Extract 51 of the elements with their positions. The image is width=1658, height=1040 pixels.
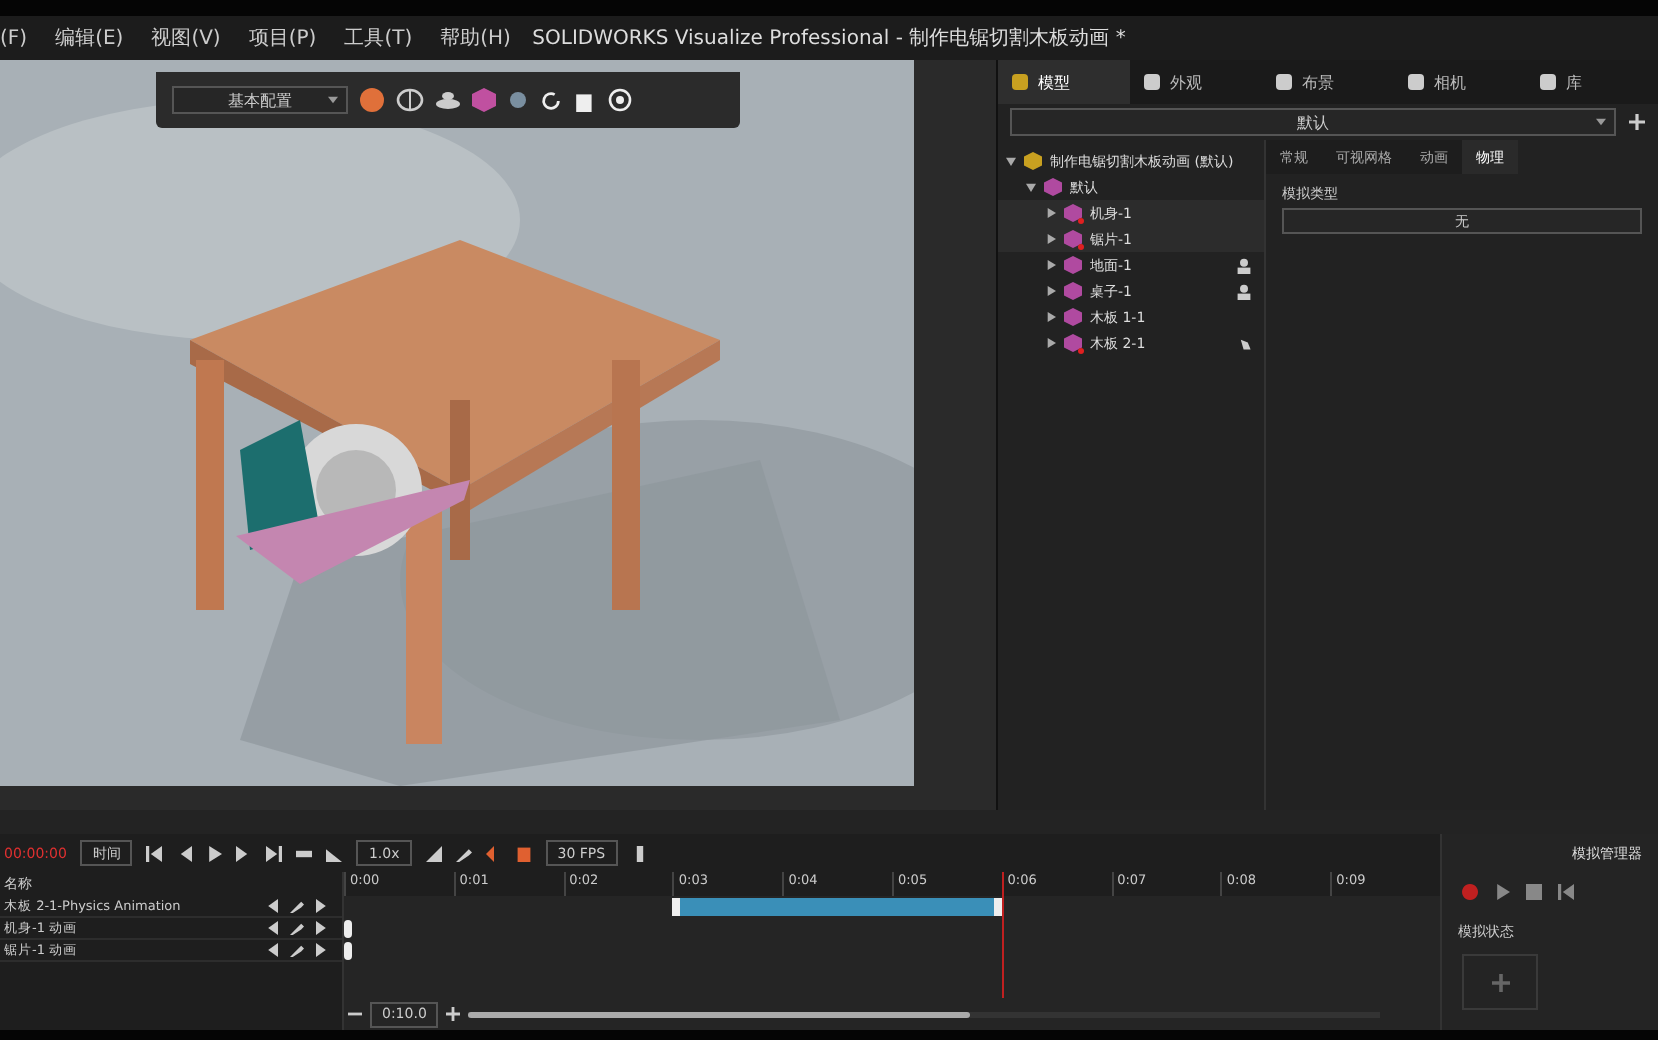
expand-arrow-icon[interactable] [1046, 234, 1056, 244]
animation-clip[interactable] [672, 898, 1002, 916]
menu-item[interactable]: 工具(T) [344, 24, 413, 52]
expand-arrow-icon[interactable] [1046, 338, 1056, 348]
key-icon[interactable] [455, 845, 472, 861]
volume-icon[interactable] [425, 845, 442, 861]
record-icon[interactable] [1462, 884, 1478, 900]
collapse-arrow-icon[interactable] [1006, 156, 1016, 166]
expand-arrow-icon[interactable] [1046, 260, 1056, 270]
play-icon[interactable] [1494, 884, 1510, 900]
ramp-icon[interactable] [326, 845, 343, 861]
configuration-dropdown[interactable]: 默认 [1010, 108, 1616, 136]
preset-dropdown[interactable]: 基本配置 [172, 86, 348, 114]
key-icon[interactable] [290, 920, 304, 936]
previous-key-icon[interactable] [264, 898, 278, 914]
caret-icon [328, 96, 338, 104]
expand-arrow-icon[interactable] [1046, 312, 1056, 322]
menu-item[interactable]: 项目(P) [248, 24, 317, 52]
turntable-icon[interactable] [436, 90, 460, 110]
next-key-icon[interactable] [316, 942, 330, 958]
window-title: SOLIDWORKS Visualize Professional - 制作电锯切割木板动画 * [532, 25, 1126, 52]
add-icon[interactable] [1628, 114, 1646, 130]
next-key-icon[interactable] [316, 898, 330, 914]
zoom-in-icon[interactable] [446, 1006, 461, 1022]
reset-icon[interactable] [1558, 884, 1574, 900]
next-key-icon[interactable] [316, 920, 330, 936]
box-icon[interactable] [574, 89, 596, 111]
skip-start-icon[interactable] [146, 845, 163, 861]
aperture-icon[interactable] [608, 88, 632, 112]
previous-key-icon[interactable] [264, 942, 278, 958]
menu-item[interactable]: (F) [0, 27, 28, 49]
person-icon [1236, 257, 1252, 273]
menu-item[interactable]: 编辑(E) [55, 24, 124, 52]
collapse-arrow-icon[interactable] [1026, 182, 1036, 192]
expand-arrow-icon[interactable] [1046, 286, 1056, 296]
person-icon [1236, 283, 1252, 299]
expand-arrow-icon[interactable] [1046, 208, 1056, 218]
previous-key-icon[interactable] [264, 920, 278, 936]
scrollbar-thumb[interactable] [468, 1011, 970, 1017]
sphere-icon[interactable] [508, 90, 528, 110]
skip-end-icon[interactable] [266, 845, 283, 861]
key-icon[interactable] [290, 942, 304, 958]
add-icon [1491, 973, 1509, 991]
step-back-icon[interactable] [176, 845, 193, 861]
menu-item[interactable]: 帮助(H) [440, 24, 511, 52]
menu-item[interactable]: 视图(V) [151, 24, 221, 52]
refresh-icon[interactable] [540, 89, 562, 111]
play-icon[interactable] [206, 845, 223, 861]
key-icon[interactable] [290, 898, 304, 914]
caret-icon [1596, 118, 1606, 126]
panel-tab[interactable]: 模型 [998, 60, 1130, 104]
